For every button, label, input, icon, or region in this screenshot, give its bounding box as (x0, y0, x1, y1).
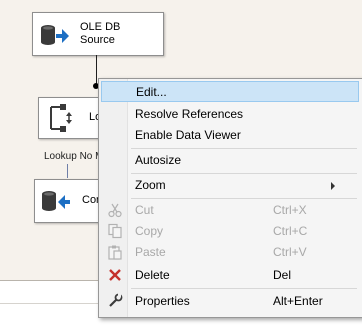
menu-item-properties-label: Properties (135, 294, 190, 308)
menu-item-delete-shortcut: Del (273, 268, 292, 282)
no-match-path[interactable] (67, 164, 68, 178)
menu-item-zoom[interactable]: Zoom (101, 175, 359, 196)
menu-item-viewer-label: Enable Data Viewer (135, 128, 241, 142)
database-destination-icon (42, 191, 70, 211)
database-source-icon (41, 25, 69, 45)
menu-item-cut-label: Cut (135, 203, 154, 217)
lookup-no-match-label: Lookup No M (44, 151, 104, 162)
lookup-node[interactable]: Lo (38, 97, 104, 139)
menu-item-paste-label: Paste (135, 245, 166, 259)
menu-separator (131, 173, 357, 174)
menu-item-edit-label: Edit... (136, 85, 167, 99)
lookup-icon (50, 104, 72, 132)
menu-item-delete-label: Delete (135, 268, 170, 282)
delete-x-icon (109, 269, 121, 281)
menu-item-autosize[interactable]: Autosize (101, 150, 359, 171)
wrench-icon (109, 293, 123, 307)
source-title-line1: OLE DB (80, 21, 121, 33)
submenu-arrow-icon (331, 182, 335, 190)
menu-item-properties-shortcut: Alt+Enter (273, 294, 323, 308)
data-flow-path[interactable] (96, 55, 97, 85)
menu-item-enable-data-viewer[interactable]: Enable Data Viewer (101, 125, 359, 146)
menu-separator (131, 288, 357, 289)
menu-item-copy-label: Copy (135, 224, 164, 238)
menu-item-properties[interactable]: Properties Alt+Enter (101, 291, 359, 312)
menu-item-cut-shortcut: Ctrl+X (273, 203, 307, 217)
menu-item-zoom-label: Zoom (135, 178, 166, 192)
menu-item-edit[interactable]: Edit... (101, 81, 359, 102)
source-title-line2: Source (80, 34, 115, 46)
context-menu: Edit... Resolve References Enable Data V… (98, 78, 362, 318)
menu-item-paste-shortcut: Ctrl+V (273, 245, 307, 259)
menu-item-paste[interactable]: Paste Ctrl+V (101, 242, 359, 263)
paste-icon (108, 245, 122, 260)
scissors-icon (108, 203, 122, 218)
ole-db-source-node[interactable]: OLE DB Source (32, 12, 164, 56)
menu-item-cut[interactable]: Cut Ctrl+X (101, 200, 359, 221)
menu-item-delete[interactable]: Delete Del (101, 265, 359, 286)
menu-item-copy-shortcut: Ctrl+C (273, 224, 308, 238)
menu-separator (131, 148, 357, 149)
menu-separator (131, 198, 357, 199)
copy-icon (108, 223, 122, 239)
menu-item-resolve-label: Resolve References (135, 107, 244, 121)
menu-item-autosize-label: Autosize (135, 153, 182, 167)
destination-node[interactable]: Cor (34, 179, 104, 223)
menu-item-copy[interactable]: Copy Ctrl+C (101, 221, 359, 242)
menu-item-resolve-references[interactable]: Resolve References (101, 104, 359, 125)
